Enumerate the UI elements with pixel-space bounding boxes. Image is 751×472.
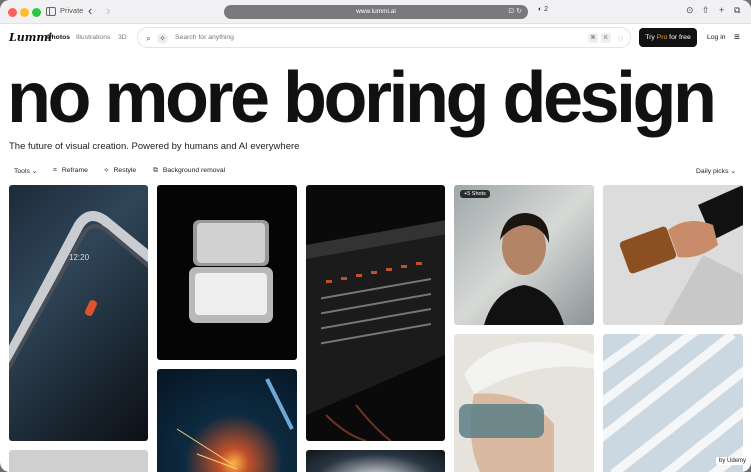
restyle-button[interactable]: ⟡ Restyle: [104, 167, 136, 175]
back-icon[interactable]: ‹: [88, 3, 92, 19]
photo-tile-phone[interactable]: 12:20: [9, 185, 148, 441]
chevron-down-icon: ⌄: [31, 168, 38, 175]
phone-screen-clock: 12:20: [69, 253, 90, 262]
photo-tile-compact[interactable]: [157, 185, 297, 360]
tab-illustrations[interactable]: Illustrations: [76, 34, 110, 41]
layers-icon: ⧉: [153, 167, 158, 174]
photo-tile-mixer[interactable]: [306, 185, 445, 441]
new-tab-icon[interactable]: +: [719, 5, 724, 15]
wallet-hand-image: [619, 185, 743, 325]
privacy-report-icon[interactable]: ◐ 2: [538, 6, 548, 13]
chevron-down-icon: ⌄: [730, 168, 737, 175]
tab-overview-icon[interactable]: ⧉: [734, 5, 740, 16]
search-input[interactable]: Search for anything: [175, 34, 234, 41]
photo-tile-sparks[interactable]: [157, 369, 297, 472]
sidebar-toggle-icon[interactable]: [46, 7, 56, 16]
browser-window: Private ‹ › www.lummi.ai ⊡ ↻ ◐ 2 ⊙ ⇧ + ⧉…: [0, 0, 751, 472]
try-pro-button[interactable]: Try Pro for free: [639, 28, 697, 47]
address-bar[interactable]: www.lummi.ai ⊡ ↻: [224, 5, 528, 19]
tools-dropdown[interactable]: Tools ⌄: [14, 167, 37, 175]
photo-tile-building[interactable]: [603, 334, 743, 472]
minimize-window-button[interactable]: [20, 8, 29, 17]
close-window-button[interactable]: [8, 8, 17, 17]
login-link[interactable]: Log in: [707, 34, 726, 41]
sparks-image: [176, 378, 294, 470]
udemy-watermark: by Udemy: [716, 457, 750, 465]
wand-icon: ⟡: [104, 167, 109, 174]
portrait-image: [484, 213, 564, 325]
shortcut-key-k: K: [601, 33, 611, 43]
crop-icon: ⌗: [53, 167, 57, 174]
menu-icon[interactable]: ≡: [734, 32, 740, 43]
search-bar[interactable]: ⌕ ✧ Search for anything ⌘ K ◌: [137, 27, 631, 48]
reframe-button[interactable]: ⌗ Reframe: [53, 167, 88, 175]
pro-accent-text: Pro: [656, 34, 668, 41]
reload-icon[interactable]: ⊡ ↻: [508, 5, 522, 19]
shots-badge: +5 Shots: [460, 190, 490, 198]
tab-3d[interactable]: 3D: [118, 34, 127, 41]
cap-sunglasses-image: [459, 342, 594, 472]
browser-toolbar: Private ‹ › www.lummi.ai ⊡ ↻ ◐ 2 ⊙ ⇧ + ⧉: [0, 0, 751, 24]
building-facade-image: [603, 334, 743, 472]
hero-subtitle: The future of visual creation. Powered b…: [9, 141, 300, 152]
compact-mirror-image: [189, 220, 273, 323]
photo-tile-cap[interactable]: [454, 334, 594, 472]
photo-tile-dome[interactable]: [306, 450, 445, 472]
chat-icon[interactable]: ◌: [615, 33, 626, 44]
photo-tile-portrait[interactable]: +5 Shots: [454, 185, 594, 325]
url-text: www.lummi.ai: [356, 8, 396, 15]
mixing-console-image: [306, 220, 445, 441]
sort-dropdown[interactable]: Daily picks ⌄: [696, 167, 736, 175]
site-header: Lummi Photos Illustrations 3D ⌕ ✧ Search…: [0, 24, 751, 52]
lummi-logo[interactable]: Lummi: [9, 31, 52, 44]
private-label: Private: [60, 6, 84, 15]
share-icon[interactable]: ⇧: [702, 5, 710, 16]
tab-photos[interactable]: Photos: [47, 34, 70, 41]
forward-icon[interactable]: ›: [106, 3, 110, 19]
zoom-window-button[interactable]: [32, 8, 41, 17]
background-removal-button[interactable]: ⧉ Background removal: [153, 167, 225, 175]
photo-tile-wallet[interactable]: [603, 185, 743, 325]
shortcut-key-cmd: ⌘: [588, 33, 598, 43]
ai-sparkle-icon[interactable]: ✧: [157, 33, 168, 44]
phone-image: 12:20: [9, 211, 148, 372]
photo-tile-gray[interactable]: [9, 450, 148, 472]
hero-title: no more boring design: [7, 58, 717, 138]
download-icon[interactable]: ⊙: [686, 5, 694, 16]
search-icon[interactable]: ⌕: [143, 33, 154, 44]
